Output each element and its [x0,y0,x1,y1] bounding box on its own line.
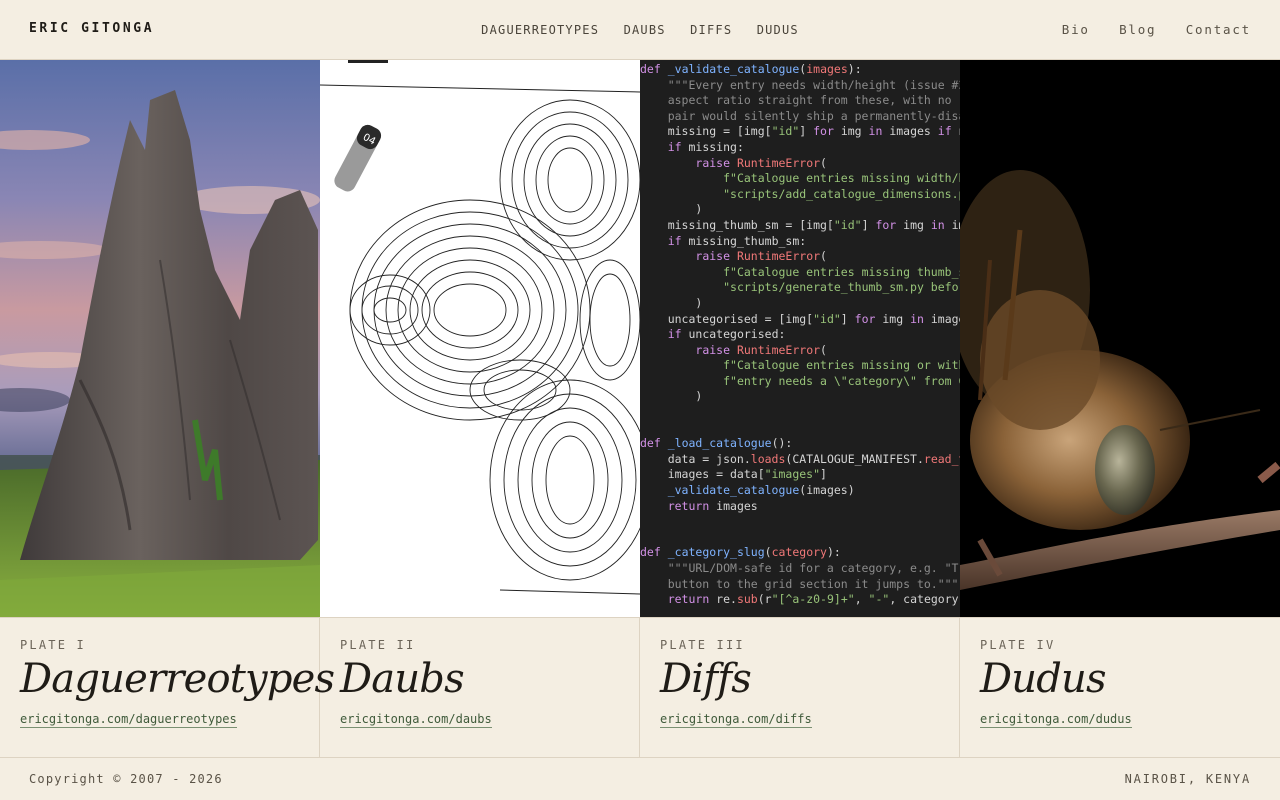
plate-title: Dudus [980,656,1107,702]
location-text: NAIROBI, KENYA [1124,772,1251,786]
nav-dudus[interactable]: DUDUS [757,23,799,37]
plate-title: Diffs [660,656,752,702]
copyright-text: Copyright © 2007 - 2026 [29,772,223,786]
plate-caption: PLATE II Daubs ericgitonga.com/daubs [320,617,640,757]
plate-image-code[interactable]: def _validate_catalogue(images): """Ever… [640,60,960,617]
plate-link-diffs[interactable]: ericgitonga.com/diffs [660,712,812,728]
plates-grid: PLATE I Daguerreotypes ericgitonga.com/d… [0,60,1280,757]
plate-diffs: def _validate_catalogue(images): """Ever… [640,60,960,757]
plate-caption: PLATE I Daguerreotypes ericgitonga.com/d… [0,617,335,757]
plate-image-drawing[interactable]: 04 [320,60,640,617]
nav-diffs[interactable]: DIFFS [690,23,732,37]
plate-daguerreotypes: PLATE I Daguerreotypes ericgitonga.com/d… [0,60,335,757]
plate-link-daguerreotypes[interactable]: ericgitonga.com/daguerreotypes [20,712,237,728]
plate-number: PLATE IV [980,638,1056,652]
plate-number: PLATE III [660,638,745,652]
pen-drawing: 04 [320,60,640,617]
plate-link-dudus[interactable]: ericgitonga.com/dudus [980,712,1132,728]
baobab-photo [0,60,320,617]
plate-daubs: 04 PLATE II Daubs ericgitonga.com/daubs [320,60,640,757]
plate-image-insect[interactable] [960,60,1280,617]
plate-link-daubs[interactable]: ericgitonga.com/daubs [340,712,492,728]
plate-image-baobab[interactable] [0,60,320,617]
nav-contact[interactable]: Contact [1186,22,1251,37]
plate-dudus: PLATE IV Dudus ericgitonga.com/dudus [960,60,1280,757]
footer: Copyright © 2007 - 2026 NAIROBI, KENYA [0,757,1280,800]
plate-number: PLATE I [20,638,86,652]
top-bar: ERIC GITONGA DAGUERREOTYPES DAUBS DIFFS … [0,0,1280,60]
plate-caption: PLATE IV Dudus ericgitonga.com/dudus [960,617,1280,757]
plate-title: Daguerreotypes [20,656,335,702]
nav-bio[interactable]: Bio [1062,22,1090,37]
plate-caption: PLATE III Diffs ericgitonga.com/diffs [640,617,960,757]
nav-blog[interactable]: Blog [1119,22,1156,37]
code-listing: def _validate_catalogue(images): """Ever… [640,62,960,607]
plate-title: Daubs [340,656,465,702]
plate-number: PLATE II [340,638,416,652]
secondary-nav: Bio Blog Contact [1042,22,1251,37]
insect-photo [960,60,1280,617]
nav-daguerreotypes[interactable]: DAGUERREOTYPES [481,23,599,37]
nav-daubs[interactable]: DAUBS [624,23,666,37]
